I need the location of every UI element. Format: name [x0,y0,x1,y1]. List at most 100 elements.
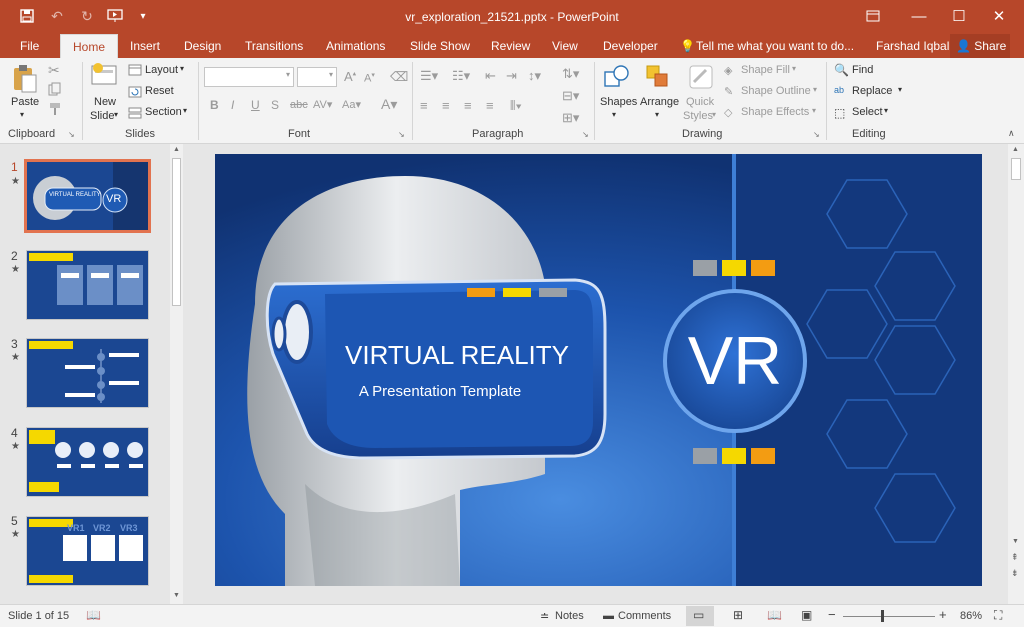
cut-icon[interactable]: ✂ [48,62,60,79]
align-center-icon[interactable]: ≡ [442,98,450,113]
paste-icon[interactable] [12,64,38,97]
decrease-font-icon[interactable]: A▾ [364,71,375,85]
shape-outline-button[interactable]: Shape Outline [741,85,811,97]
paste-label[interactable]: Paste [11,96,39,108]
format-painter-icon[interactable] [48,102,62,119]
shape-outline-dropdown-icon[interactable]: ▾ [813,85,817,94]
comments-icon[interactable]: ▬ [603,610,614,622]
text-shadow-icon[interactable]: S [271,98,279,112]
scroll-up-icon[interactable]: ▲ [1012,146,1019,153]
numbering-icon[interactable]: ☷▾ [452,68,470,84]
ribbon-display-icon[interactable] [850,0,896,32]
shape-fill-icon[interactable]: ◈ [724,64,732,77]
tab-home[interactable]: Home [60,34,119,59]
previous-slide-icon[interactable]: ⇞ [1011,552,1019,563]
reset-icon[interactable] [128,86,142,101]
tell-me-search[interactable]: Tell me what you want to do... [696,39,854,53]
smartart-icon[interactable]: ⊞▾ [562,110,579,126]
replace-icon[interactable]: ab [834,85,844,95]
copy-icon[interactable] [48,82,62,99]
tab-view[interactable]: View [552,39,578,53]
shape-outline-icon[interactable]: ✎ [724,85,733,98]
editor-scrollbar[interactable]: ▲ ▼ ⇞ ⇟ [1008,144,1024,604]
select-dropdown-icon[interactable]: ▾ [884,106,888,115]
scroll-thumb[interactable] [172,158,181,306]
layout-button[interactable]: Layout [145,64,178,76]
tab-developer[interactable]: Developer [603,39,658,53]
replace-button[interactable]: Replace [852,85,892,97]
increase-font-icon[interactable]: A▴ [344,69,356,84]
slide-sorter-icon[interactable]: ⊞ [733,608,743,622]
clipboard-launcher-icon[interactable]: ↘ [68,130,75,139]
zoom-level[interactable]: 86% [960,610,982,622]
new-slide-label[interactable]: New [94,96,116,108]
user-name[interactable]: Farshad Iqbal [876,39,949,53]
arrange-dropdown-icon[interactable]: ▾ [655,110,659,119]
section-dropdown-icon[interactable]: ▾ [183,106,187,115]
zoom-in-icon[interactable]: + [939,607,947,622]
underline-icon[interactable]: U [251,98,260,112]
reading-view-icon[interactable]: 📖 [767,608,782,622]
arrange-label[interactable]: Arrange [640,96,679,108]
align-left-icon[interactable]: ≡ [420,98,428,113]
spell-check-icon[interactable]: 📖 [86,608,101,622]
font-name-combo[interactable] [204,67,294,87]
bullets-icon[interactable]: ☰▾ [420,68,438,84]
scroll-up-icon[interactable]: ▲ [173,146,180,153]
share-button[interactable]: 👤 Share [950,34,1010,58]
font-size-dropdown-icon[interactable]: ▾ [329,70,333,79]
select-button[interactable]: Select [852,106,883,118]
scroll-thumb[interactable] [1011,158,1021,180]
shape-effects-dropdown-icon[interactable]: ▾ [812,106,816,115]
quick-styles-label-2[interactable]: Styles [683,110,713,122]
shape-effects-icon[interactable]: ◇ [724,106,732,119]
text-direction-icon[interactable]: ⇅▾ [562,66,579,82]
drawing-launcher-icon[interactable]: ↘ [813,130,820,139]
shape-effects-button[interactable]: Shape Effects [741,106,809,118]
slide-thumbnail-3[interactable] [26,338,149,408]
line-spacing-icon[interactable]: ↕▾ [528,68,541,84]
slide-canvas[interactable]: VIRTUAL REALITY A Presentation Template … [215,154,982,586]
align-text-icon[interactable]: ⊟▾ [562,88,579,104]
replace-dropdown-icon[interactable]: ▾ [898,85,902,94]
character-spacing-icon[interactable]: AV▾ [313,98,332,111]
layout-dropdown-icon[interactable]: ▾ [180,64,184,73]
slide-title[interactable]: VIRTUAL REALITY [327,340,587,371]
align-right-icon[interactable]: ≡ [464,98,472,113]
collapse-ribbon-icon[interactable]: ∧ [1008,128,1015,139]
new-slide-dropdown-icon[interactable]: ▾ [114,110,118,119]
quick-styles-label[interactable]: Quick [686,96,714,108]
font-launcher-icon[interactable]: ↘ [398,130,405,139]
slide-thumbnail-5[interactable]: VR1 VR2 VR3 [26,516,149,586]
new-slide-icon[interactable] [90,62,120,91]
tab-review[interactable]: Review [491,39,530,53]
shapes-label[interactable]: Shapes [600,96,637,108]
section-button[interactable]: Section [145,106,182,118]
tab-design[interactable]: Design [184,39,221,53]
reset-button[interactable]: Reset [145,85,174,97]
thumbnails-scrollbar[interactable]: ▲ ▼ [170,144,183,604]
font-name-dropdown-icon[interactable]: ▾ [286,70,290,79]
shapes-icon[interactable] [603,64,631,93]
tab-animations[interactable]: Animations [326,39,385,53]
slide-subtitle[interactable]: A Presentation Template [335,383,545,400]
scroll-down-icon[interactable]: ▼ [173,592,180,599]
shape-fill-dropdown-icon[interactable]: ▾ [792,64,796,73]
paste-dropdown-icon[interactable]: ▾ [20,110,24,119]
shapes-dropdown-icon[interactable]: ▾ [612,110,616,119]
select-icon[interactable]: ⬚ [834,106,845,120]
scroll-down-icon[interactable]: ▼ [1012,538,1019,545]
justify-icon[interactable]: ≡ [486,98,494,113]
tab-transitions[interactable]: Transitions [245,39,303,53]
close-icon[interactable]: ✕ [976,0,1022,32]
increase-indent-icon[interactable]: ⇥ [506,68,517,84]
fit-to-window-icon[interactable]: ⛶ [994,608,1002,623]
columns-icon[interactable]: ⫴▾ [510,98,522,114]
vr-badge-text[interactable]: VR [665,324,805,398]
font-color-icon[interactable]: A▾ [381,96,397,113]
slide-show-view-icon[interactable]: ▣ [801,608,812,622]
layout-icon[interactable] [128,64,142,79]
paragraph-launcher-icon[interactable]: ↘ [582,130,589,139]
tab-file[interactable]: File [20,39,39,53]
notes-icon[interactable]: ≐ [540,610,549,623]
